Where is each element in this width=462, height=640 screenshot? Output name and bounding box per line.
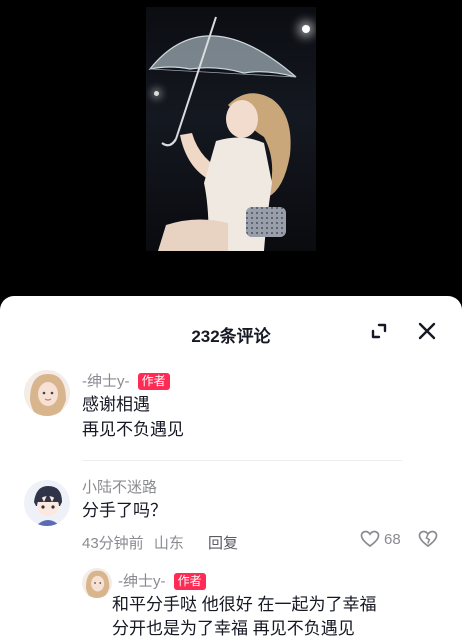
comment-meta: 43分钟前 山东 回复 [82,532,238,553]
like-button[interactable]: 68 [360,530,401,548]
broken-heart-icon [418,530,438,548]
expand-icon[interactable] [368,320,390,342]
comment-author[interactable]: -绅士y- 作者 [82,370,170,391]
avatar[interactable] [24,370,70,416]
comments-header: 232条评论 [0,296,462,366]
author-badge: 作者 [173,573,206,590]
comments-sheet: 232条评论 -绅士y- 作者 感谢相遇 再见不负遇见 小陆不迷路 分手了吗？ … [0,296,462,640]
author-badge: 作者 [137,373,170,390]
avatar[interactable] [82,568,112,598]
reply-text-line: 分开也是为了幸福 再见不负遇见 [112,619,355,638]
umbrella-girl-image [148,16,297,251]
avatar[interactable] [24,480,70,526]
reply-text-line: 和平分手哒 他很好 在一起为了幸福 [112,595,377,614]
light-spot [154,91,159,96]
comment-location: 山东 [153,535,184,552]
comment-author[interactable]: 小陆不迷路 [82,476,157,497]
comments-count-title: 232条评论 [191,327,271,346]
dislike-button[interactable] [418,530,438,548]
heart-icon [360,530,380,548]
reply-button[interactable]: 回复 [208,535,238,552]
like-count: 68 [384,530,401,548]
video-frame-photo[interactable] [146,7,316,251]
comment-text-line: 分手了吗？ [82,501,167,520]
divider [82,460,402,461]
author-name[interactable]: -绅士y- [82,373,130,390]
comment-text-line: 感谢相遇 [82,395,150,414]
comment-text-line: 再见不负遇见 [82,420,184,439]
author-name[interactable]: -绅士y- [118,573,166,590]
close-icon[interactable] [416,320,438,342]
comment-time: 43分钟前 [82,535,144,552]
app-screen: 232条评论 -绅士y- 作者 感谢相遇 再见不负遇见 小陆不迷路 分手了吗？ … [0,0,462,640]
light-spot [302,25,310,33]
reply-author[interactable]: -绅士y- 作者 [118,570,206,591]
